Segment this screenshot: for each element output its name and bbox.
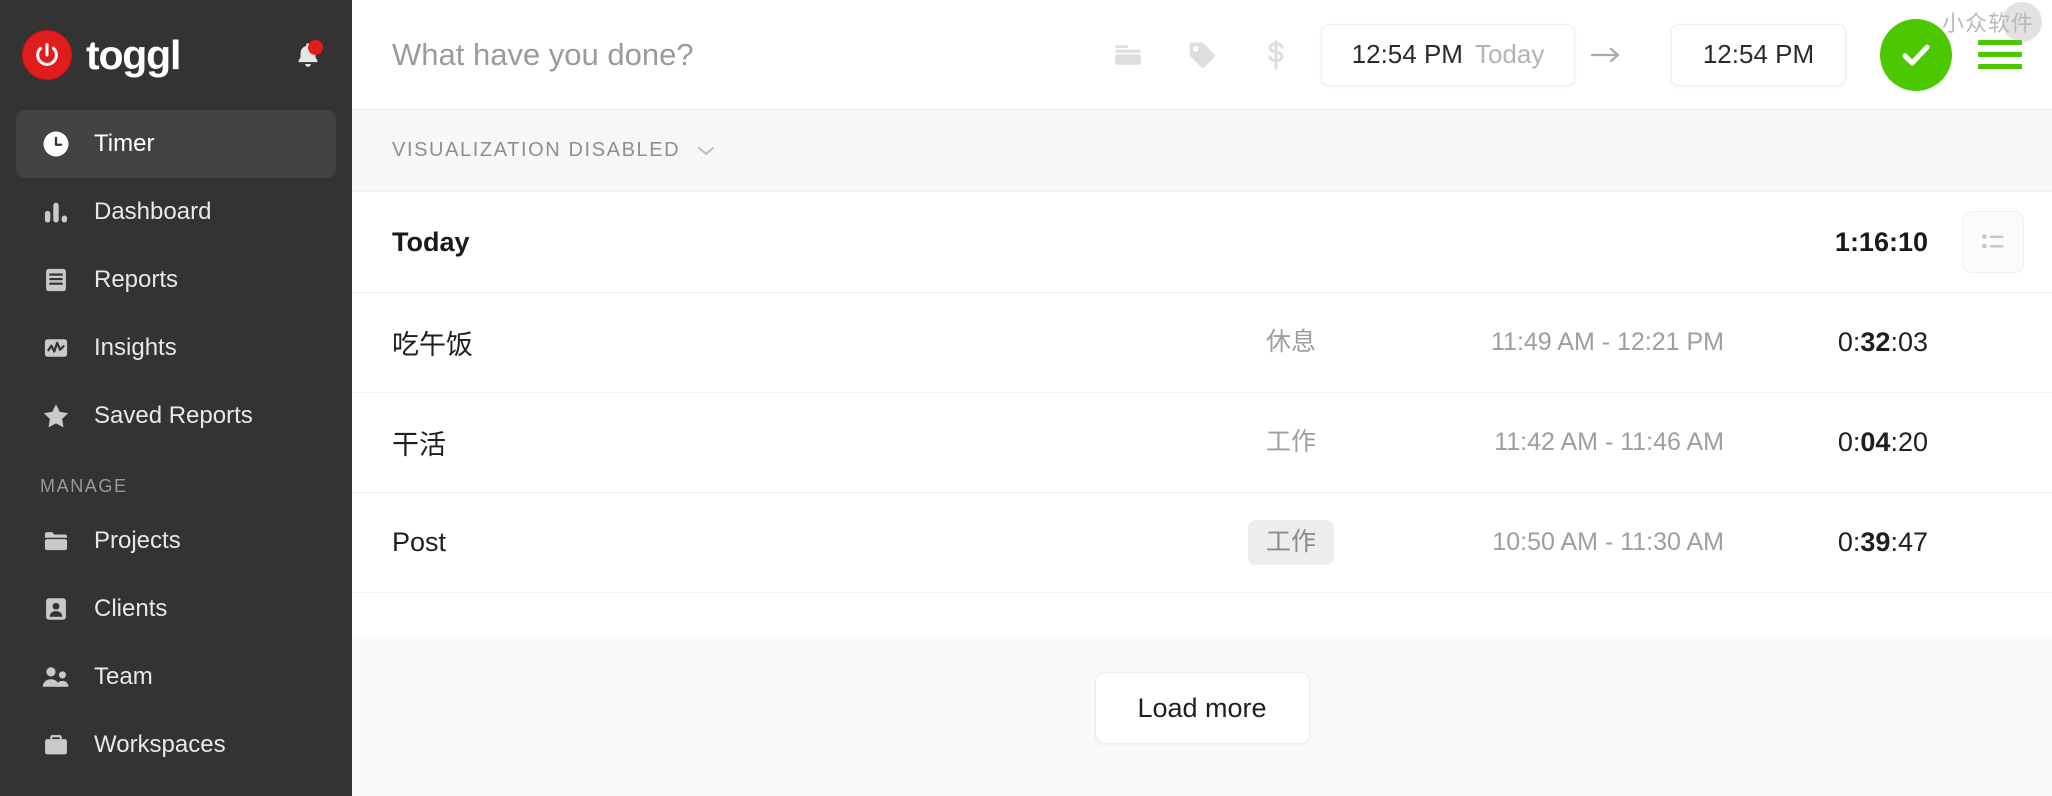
document-list-icon: [40, 264, 72, 296]
people-icon: [40, 661, 72, 693]
day-group-header: Today 1:16:10: [352, 192, 2052, 292]
sidebar-item-label: Workspaces: [94, 731, 226, 758]
sidebar-item-label: Saved Reports: [94, 402, 253, 429]
briefcase-icon: [40, 729, 72, 761]
sidebar-item-team[interactable]: Team: [16, 643, 336, 711]
sidebar-item-label: Projects: [94, 527, 181, 554]
sidebar-item-timer[interactable]: Timer: [16, 110, 336, 178]
load-more-button[interactable]: Load more: [1094, 672, 1310, 744]
project-icon[interactable]: [1091, 24, 1165, 86]
watermark-disc: [2002, 2, 2042, 42]
end-time-value: 12:54 PM: [1702, 39, 1815, 69]
line-chart-icon: [40, 332, 72, 364]
sidebar-manage-nav: Projects Clients Team Workspaces: [0, 507, 352, 779]
sidebar-item-dashboard[interactable]: Dashboard: [16, 178, 336, 246]
tag-icon[interactable]: [1165, 24, 1239, 86]
bar-chart-icon: [40, 196, 72, 228]
sidebar-item-label: Insights: [94, 334, 177, 361]
sidebar-item-clients[interactable]: Clients: [16, 575, 336, 643]
start-time-day: Today: [1474, 39, 1545, 69]
sidebar-item-label: Team: [94, 663, 153, 690]
entry-tag[interactable]: 工作: [1248, 420, 1334, 465]
sidebar-item-reports[interactable]: Reports: [16, 246, 336, 314]
brand-name: toggl: [86, 31, 181, 78]
notification-dot: [308, 40, 323, 55]
hamburger-line: [1978, 64, 2022, 69]
time-range-arrow-icon: [1575, 45, 1637, 65]
entry-duration[interactable]: 0:39:47: [1766, 527, 1928, 558]
sidebar-item-label: Timer: [94, 130, 155, 157]
entry-tag[interactable]: 休息: [1248, 320, 1334, 365]
visualization-label: VISUALIZATION DISABLED: [392, 139, 681, 161]
folder-icon: [40, 525, 72, 557]
timer-description-input[interactable]: What have you done?: [392, 39, 694, 70]
star-icon: [40, 400, 72, 432]
entry-duration[interactable]: 0:04:20: [1766, 427, 1928, 458]
billable-icon[interactable]: [1239, 24, 1313, 86]
entry-duration[interactable]: 0:32:03: [1766, 327, 1928, 358]
list-view-icon[interactable]: [1962, 211, 2024, 273]
list-bottom-edge: [352, 592, 2052, 636]
notifications-button[interactable]: [286, 33, 330, 77]
table-row[interactable]: Post 工作 10:50 AM - 11:30 AM 0:39:47: [352, 492, 2052, 592]
sidebar-item-label: Dashboard: [94, 198, 212, 225]
sidebar-primary-nav: Timer Dashboard Reports Insights Saved R…: [0, 110, 352, 450]
toggl-power-icon: [22, 30, 72, 80]
entry-time-range[interactable]: 11:42 AM - 11:46 AM: [1394, 428, 1724, 457]
main-content: What have you done? 12:54 PM Today 12:54…: [352, 0, 2052, 796]
day-total-duration: 1:16:10: [1834, 226, 1928, 257]
sidebar-item-projects[interactable]: Projects: [16, 507, 336, 575]
start-time-field[interactable]: 12:54 PM Today: [1321, 23, 1575, 86]
clock-icon: [40, 128, 72, 160]
sidebar-item-label: Clients: [94, 595, 168, 622]
sidebar-header: toggl: [0, 0, 352, 110]
entry-time-range[interactable]: 10:50 AM - 11:30 AM: [1394, 528, 1724, 557]
sidebar-item-insights[interactable]: Insights: [16, 314, 336, 382]
sidebar: toggl Timer Dashboard Reports Insights S…: [0, 0, 352, 796]
entry-tag[interactable]: 工作: [1247, 520, 1334, 565]
table-row[interactable]: 干活 工作 11:42 AM - 11:46 AM 0:04:20: [352, 392, 2052, 492]
hamburger-line: [1978, 52, 2022, 57]
sidebar-section-manage-title: MANAGE: [40, 476, 128, 496]
timer-bar: What have you done? 12:54 PM Today 12:54…: [352, 0, 2052, 110]
app-root: toggl Timer Dashboard Reports Insights S…: [0, 0, 2052, 796]
entry-description[interactable]: 吃午饭: [392, 323, 473, 362]
table-row[interactable]: 吃午饭 休息 11:49 AM - 12:21 PM 0:32:03: [352, 292, 2052, 392]
sidebar-item-saved-reports[interactable]: Saved Reports: [16, 382, 336, 450]
brand-logo[interactable]: toggl: [22, 30, 181, 80]
person-card-icon: [40, 593, 72, 625]
check-icon: [1902, 44, 1930, 66]
timer-tools: 12:54 PM Today 12:54 PM: [1091, 18, 2024, 91]
entry-description[interactable]: Post: [392, 527, 446, 558]
sidebar-item-label: Reports: [94, 266, 179, 293]
load-more-container: Load more: [352, 636, 2052, 744]
day-title: Today: [392, 226, 470, 257]
visualization-toggle[interactable]: VISUALIZATION DISABLED: [352, 110, 2052, 192]
entries-list: Today 1:16:10 吃午饭 休息 11:49 AM - 12:21 PM…: [352, 192, 2052, 636]
chevron-down-icon: [694, 143, 718, 159]
sidebar-item-workspaces[interactable]: Workspaces: [16, 711, 336, 779]
end-time-field[interactable]: 12:54 PM: [1671, 23, 1846, 86]
start-stop-button[interactable]: [1880, 18, 1952, 91]
entry-time-range[interactable]: 11:49 AM - 12:21 PM: [1394, 328, 1724, 357]
start-time-value: 12:54 PM: [1351, 39, 1463, 69]
entry-description[interactable]: 干活: [392, 423, 446, 462]
